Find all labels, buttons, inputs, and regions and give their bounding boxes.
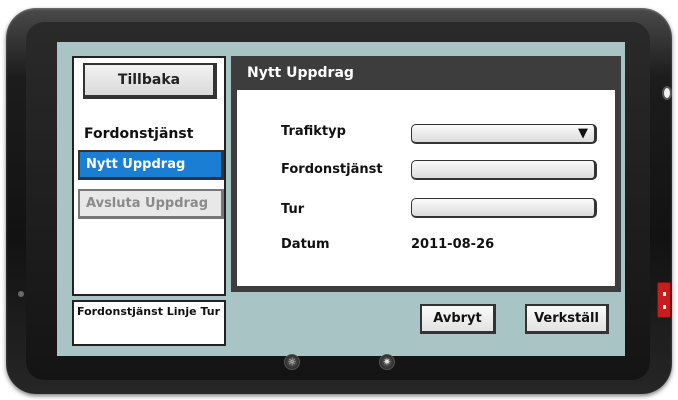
date-label: Datum [281,237,330,252]
power-switch[interactable] [657,282,671,318]
screen: Tillbaka Fordonstjänst Nytt Uppdrag Avsl… [57,42,625,356]
sidebar-section-heading: Fordonstjänst [84,126,194,142]
traffic-type-select[interactable]: ▼ [411,124,597,144]
chevron-down-icon: ▼ [578,126,588,141]
light-icon[interactable]: ✷ [379,354,395,370]
status-label: Fordonstjänst Linje Tur [77,305,220,318]
cancel-button[interactable]: Avbryt [420,304,496,334]
trip-field[interactable] [411,198,597,218]
date-value: 2011-08-26 [411,237,495,252]
sidebar-item-new-assignment[interactable]: Nytt Uppdrag [78,150,224,180]
vehicle-service-field[interactable] [411,160,597,180]
camera-icon [662,86,672,100]
vehicle-service-label: Fordonstjänst [281,162,383,177]
assignment-form-panel: Nytt Uppdrag Trafiktyp ▼ Fordonstjänst T… [231,56,621,292]
sensor-dot-icon [18,291,24,297]
sidebar-item-end-assignment[interactable]: Avsluta Uppdrag [78,189,224,219]
brightness-icon[interactable]: ☼ [284,354,300,370]
sidebar: Tillbaka Fordonstjänst Nytt Uppdrag Avsl… [72,56,226,296]
back-button[interactable]: Tillbaka [83,63,217,99]
apply-button[interactable]: Verkställ [525,304,609,334]
status-box: Fordonstjänst Linje Tur [72,300,226,346]
form-title: Nytt Uppdrag [231,56,621,90]
trip-label: Tur [281,202,305,217]
traffic-type-label: Trafiktyp [281,124,346,139]
